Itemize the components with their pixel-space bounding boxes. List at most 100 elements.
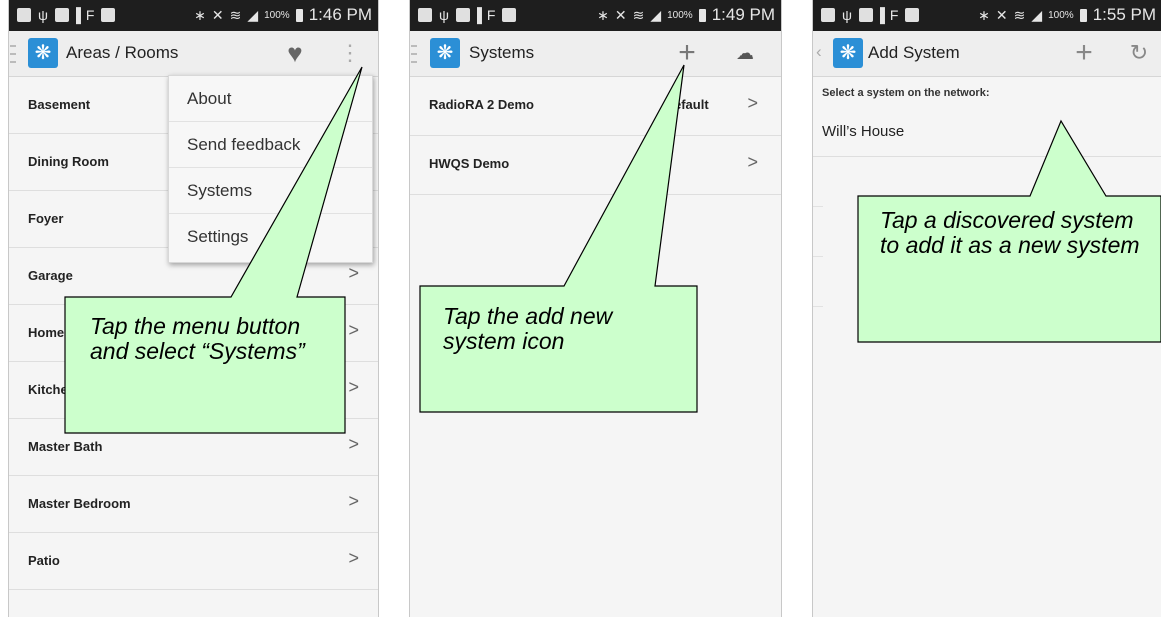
room-label: Home [28,325,65,340]
voicemail-icon [905,8,920,22]
system-label: HWQS Demo [429,156,510,171]
chevron-right-icon: > [348,548,359,568]
bluetooth-icon: ∗ [194,7,206,23]
chevron-right-icon: > [348,320,359,340]
room-label: Master Bedroom [28,496,131,511]
clock: 1:46 PM [308,5,372,24]
battery-icon [1079,8,1087,22]
system-label: RadioRA 2 Demo [429,97,534,112]
notification-icon [821,8,835,22]
status-bar: ψ ▌F ∗ ✕ ≋ ◢ 100% 1:55 PM [813,0,1161,31]
mute-icon: ✕ [614,7,627,23]
plus-icon[interactable]: + [1070,38,1098,68]
chevron-right-icon: > [348,434,359,454]
signal-icon: ◢ [650,7,662,23]
chevron-right-icon: > [747,93,758,113]
bluetooth-icon: ∗ [597,7,609,23]
divider [813,306,823,307]
wifi-icon: ≋ [229,7,242,23]
signal-icon: ◢ [247,7,259,23]
phone-screen-add-system: ψ ▌F ∗ ✕ ≋ ◢ 100% 1:55 PM ‹ ❋ Add System… [812,0,1161,617]
ifttt-icon: ▌F [476,7,496,23]
chevron-right-icon: > [747,152,758,172]
menu-item-settings[interactable]: Settings [169,214,372,260]
app-logo-icon[interactable]: ❋ [833,38,863,68]
mute-icon: ✕ [995,7,1008,23]
wifi-icon: ≋ [632,7,645,23]
room-label: Foyer [28,211,64,226]
image-icon [54,8,69,22]
clock: 1:55 PM [1092,5,1156,24]
battery-icon [295,8,303,22]
wifi-icon: ≋ [1013,7,1026,23]
battery-percent: 100% [1048,9,1074,21]
list-item[interactable]: Master Bath > [9,419,378,476]
usb-icon: ψ [439,7,449,23]
list-item[interactable]: Patio > [9,533,378,590]
room-label: Patio [28,553,60,568]
chevron-right-icon: > [348,377,359,397]
room-label: Master Bath [28,439,103,454]
voicemail-icon [101,8,116,22]
chevron-right-icon: > [348,263,359,283]
app-logo-icon[interactable]: ❋ [28,38,58,68]
list-item[interactable]: Master Bedroom > [9,476,378,533]
battery-percent: 100% [264,9,290,21]
page-title: Areas / Rooms [66,43,179,62]
page-title: Add System [868,43,960,62]
app-bar: ❋ Systems + ☁ [410,31,781,77]
notification-icon [17,8,31,22]
default-badge: efault [674,97,709,112]
status-bar: ψ ▌F ∗ ✕ ≋ ◢ 100% 1:46 PM [9,0,378,31]
discovered-system-label: Will’s House [822,123,905,140]
callout-text: Tap a discovered system to add it as a n… [880,207,1140,258]
mute-icon: ✕ [211,7,224,23]
voicemail-icon [502,8,517,22]
clock: 1:49 PM [711,5,775,24]
app-bar: ‹ ❋ Add System + ↻ [813,31,1161,77]
usb-icon: ψ [842,7,852,23]
callout-text: Tap the add new system icon [443,303,613,354]
image-icon [858,8,873,22]
menu-item-send-feedback[interactable]: Send feedback [169,122,372,168]
phone-screen-areas: ψ ▌F ∗ ✕ ≋ ◢ 100% 1:46 PM ❋ Areas / Room… [8,0,379,617]
ifttt-icon: ▌F [879,7,899,23]
page-title: Systems [469,43,535,62]
chevron-right-icon: > [348,491,359,511]
room-label: Kitche [28,382,68,397]
divider [813,206,823,207]
callout-text: Tap the menu button and select “Systems” [90,313,305,364]
menu-item-systems[interactable]: Systems [169,168,372,214]
ifttt-icon: ▌F [75,7,95,23]
menu-item-about[interactable]: About [169,76,372,122]
app-bar: ❋ Areas / Rooms ♥ ⋮ [9,31,378,77]
list-item[interactable]: Kitche > [9,362,378,419]
refresh-icon[interactable]: ↻ [1125,38,1153,68]
image-icon [455,8,470,22]
drawer-indicator-icon[interactable] [411,45,417,63]
cloud-icon[interactable]: ☁ [731,38,759,68]
overflow-menu-icon[interactable]: ⋮ [336,38,364,68]
drawer-indicator-icon[interactable] [10,45,16,63]
section-label: Select a system on the network: [822,87,990,99]
room-label: Dining Room [28,154,109,169]
battery-percent: 100% [667,9,693,21]
overflow-menu: About Send feedback Systems Settings [168,75,373,263]
discovered-system-item[interactable]: Will’s House [813,108,1161,157]
usb-icon: ψ [38,7,48,23]
bluetooth-icon: ∗ [978,7,990,23]
app-logo-icon[interactable]: ❋ [430,38,460,68]
list-item[interactable]: RadioRA 2 Demo efault > [410,77,781,136]
system-list: RadioRA 2 Demo efault > HWQS Demo > [410,77,781,195]
plus-icon[interactable]: + [673,38,701,68]
list-item[interactable]: HWQS Demo > [410,136,781,195]
notification-icon [418,8,432,22]
status-bar: ψ ▌F ∗ ✕ ≋ ◢ 100% 1:49 PM [410,0,781,31]
battery-icon [698,8,706,22]
signal-icon: ◢ [1031,7,1043,23]
back-chevron-icon[interactable]: ‹ [816,42,822,62]
heart-icon[interactable]: ♥ [281,38,309,68]
room-label: Garage [28,268,73,283]
room-label: Basement [28,97,91,112]
divider [813,256,823,257]
